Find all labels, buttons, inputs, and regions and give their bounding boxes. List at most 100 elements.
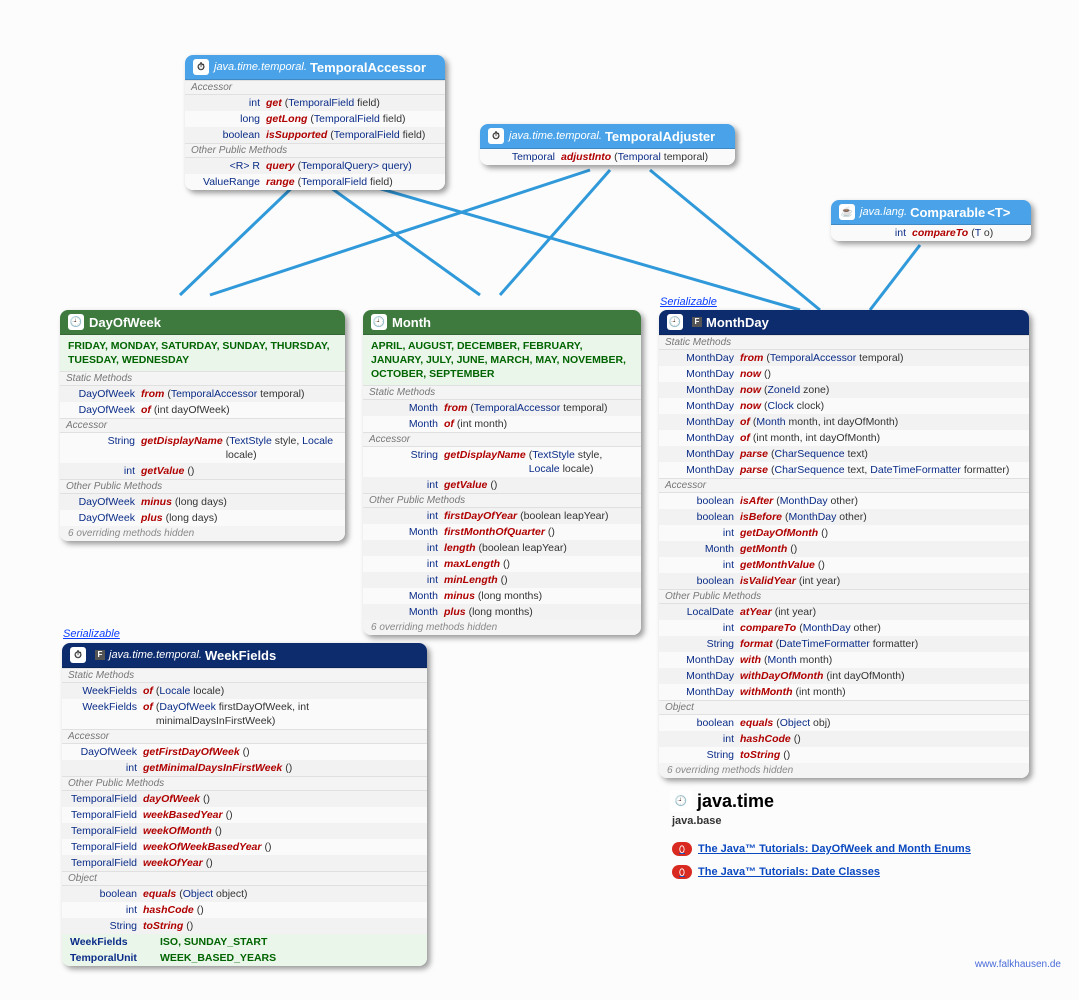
footer-link[interactable]: www.falkhausen.de [975, 959, 1061, 970]
method-row[interactable]: <R> Rquery(TemporalQuery> query) [185, 158, 445, 174]
method-row[interactable]: ValueRangerange(TemporalField field) [185, 174, 445, 190]
method-row[interactable]: booleanisValidYear(int year) [659, 573, 1029, 589]
section-rows: Accessorintget(TemporalField field)longg… [185, 80, 445, 190]
method-row[interactable]: MonthDayof(Month month, int dayOfMonth) [659, 414, 1029, 430]
section-label: Accessor [62, 729, 427, 744]
method-row[interactable]: Monthminus(long months) [363, 588, 641, 604]
method-row[interactable]: DayOfWeekof(int dayOfWeek) [60, 402, 345, 418]
method-row[interactable]: intcompareTo(T o) [831, 225, 1031, 241]
method-row[interactable]: MonthgetMonth() [659, 541, 1029, 557]
method-row[interactable]: DayOfWeekminus(long days) [60, 494, 345, 510]
method-row[interactable]: MonthDaywithMonth(int month) [659, 684, 1029, 700]
method-row[interactable]: intcompareTo(MonthDay other) [659, 620, 1029, 636]
method-row[interactable]: intgetValue() [60, 463, 345, 479]
method-row[interactable]: intlength(boolean leapYear) [363, 540, 641, 556]
class-name: TemporalAdjuster [605, 129, 715, 144]
method-row[interactable]: MonthDaywith(Month month) [659, 652, 1029, 668]
temporal-adjuster-header: ⏱ java.time.temporal. TemporalAdjuster [480, 124, 735, 149]
final-badge: F [95, 650, 105, 660]
package-name: java.time [697, 791, 774, 812]
hidden-note: 6 overriding methods hidden [659, 763, 1029, 778]
method-row[interactable]: TemporalFieldweekOfWeekBasedYear() [62, 839, 427, 855]
method-row[interactable]: StringtoString() [62, 918, 427, 934]
method-row[interactable]: TemporalFieldweekOfYear() [62, 855, 427, 871]
interface-icon: ⏱ [488, 128, 504, 144]
method-row[interactable]: Monthfrom(TemporalAccessor temporal) [363, 400, 641, 416]
method-row[interactable]: inthashCode() [659, 731, 1029, 747]
method-row[interactable]: LocalDateatYear(int year) [659, 604, 1029, 620]
method-row[interactable]: Monthplus(long months) [363, 604, 641, 620]
method-row[interactable]: DayOfWeekfrom(TemporalAccessor temporal) [60, 386, 345, 402]
method-row[interactable]: DayOfWeekplus(long days) [60, 510, 345, 526]
method-row[interactable]: StringgetDisplayName(TextStyle style, Lo… [363, 447, 641, 477]
serializable-label[interactable]: Serializable [63, 628, 120, 640]
method-row[interactable]: TemporalFieldweekBasedYear() [62, 807, 427, 823]
method-row[interactable]: booleanisBefore(MonthDay other) [659, 509, 1029, 525]
section-label: Other Public Methods [185, 143, 445, 158]
hidden-note: 6 overriding methods hidden [363, 620, 641, 635]
method-row[interactable]: intgetDayOfMonth() [659, 525, 1029, 541]
weekfields-box: ⏱ F java.time.temporal. WeekFields Stati… [62, 643, 427, 966]
weekfields-header: ⏱ F java.time.temporal. WeekFields [62, 643, 427, 668]
method-row[interactable]: MonthDayfrom(TemporalAccessor temporal) [659, 350, 1029, 366]
method-row[interactable]: intgetMonthValue() [659, 557, 1029, 573]
method-row[interactable]: WeekFieldsof(Locale locale) [62, 683, 427, 699]
method-row[interactable]: intmaxLength() [363, 556, 641, 572]
class-name: Month [392, 315, 431, 330]
section-label: Static Methods [60, 371, 345, 386]
section-label: Static Methods [363, 385, 641, 400]
method-row[interactable]: TemporaladjustInto(Temporal temporal) [480, 149, 735, 165]
tutorial-link-1[interactable]: ⬯ The Java™ Tutorials: DayOfWeek and Mon… [672, 842, 971, 856]
method-row[interactable]: WeekFieldsof(DayOfWeek firstDayOfWeek, i… [62, 699, 427, 729]
method-row[interactable]: intgetMinimalDaysInFirstWeek() [62, 760, 427, 776]
method-row[interactable]: StringtoString() [659, 747, 1029, 763]
method-row[interactable]: MonthDayparse(CharSequence text) [659, 446, 1029, 462]
method-row[interactable]: booleanequals(Object object) [62, 886, 427, 902]
method-row[interactable]: intminLength() [363, 572, 641, 588]
method-row[interactable]: booleanequals(Object obj) [659, 715, 1029, 731]
section-label: Other Public Methods [62, 776, 427, 791]
method-row[interactable]: Monthof(int month) [363, 416, 641, 432]
month-header: 🕘 Month [363, 310, 641, 335]
section-label: Object [62, 871, 427, 886]
serializable-label[interactable]: Serializable [660, 296, 717, 308]
method-row[interactable]: MonthDayparse(CharSequence text, DateTim… [659, 462, 1029, 478]
enum-icon: 🕘 [68, 314, 84, 330]
link-text: The Java™ Tutorials: Date Classes [698, 866, 880, 878]
type-param: <T> [987, 205, 1010, 220]
section-label: Accessor [659, 478, 1029, 493]
section-label: Object [659, 700, 1029, 715]
method-row[interactable]: TemporalFieldweekOfMonth() [62, 823, 427, 839]
method-row[interactable]: MonthDaynow(ZoneId zone) [659, 382, 1029, 398]
method-row[interactable]: longgetLong(TemporalField field) [185, 111, 445, 127]
temporal-adjuster-box: ⏱ java.time.temporal. TemporalAdjuster T… [480, 124, 735, 165]
class-name: Comparable [910, 205, 985, 220]
oracle-badge-icon: ⬯ [672, 842, 692, 856]
method-row[interactable]: booleanisAfter(MonthDay other) [659, 493, 1029, 509]
monthday-box: 🕘 F MonthDay Static MethodsMonthDayfrom(… [659, 310, 1029, 778]
method-row[interactable]: intgetValue() [363, 477, 641, 493]
comparable-header: ☕ java.lang. Comparable <T> [831, 200, 1031, 225]
section-label: Static Methods [659, 335, 1029, 350]
section-label: Other Public Methods [363, 493, 641, 508]
enum-constants: APRIL, AUGUST, DECEMBER, FEBRUARY, JANUA… [363, 335, 641, 385]
class-name: MonthDay [706, 315, 769, 330]
method-row[interactable]: StringgetDisplayName(TextStyle style, Lo… [60, 433, 345, 463]
method-row[interactable]: booleanisSupported(TemporalField field) [185, 127, 445, 143]
section-label: Static Methods [62, 668, 427, 683]
method-row[interactable]: MonthDaynow(Clock clock) [659, 398, 1029, 414]
method-row[interactable]: TemporalFielddayOfWeek() [62, 791, 427, 807]
method-row[interactable]: Stringformat(DateTimeFormatter formatter… [659, 636, 1029, 652]
package-label: 🕘 java.time [670, 790, 774, 812]
monthday-header: 🕘 F MonthDay [659, 310, 1029, 335]
method-row[interactable]: intget(TemporalField field) [185, 95, 445, 111]
clock-icon: 🕘 [670, 790, 692, 812]
method-row[interactable]: inthashCode() [62, 902, 427, 918]
method-row[interactable]: DayOfWeekgetFirstDayOfWeek() [62, 744, 427, 760]
method-row[interactable]: MonthfirstMonthOfQuarter() [363, 524, 641, 540]
method-row[interactable]: MonthDayof(int month, int dayOfMonth) [659, 430, 1029, 446]
tutorial-link-2[interactable]: ⬯ The Java™ Tutorials: Date Classes [672, 865, 880, 879]
method-row[interactable]: MonthDaywithDayOfMonth(int dayOfMonth) [659, 668, 1029, 684]
method-row[interactable]: MonthDaynow() [659, 366, 1029, 382]
method-row[interactable]: intfirstDayOfYear(boolean leapYear) [363, 508, 641, 524]
